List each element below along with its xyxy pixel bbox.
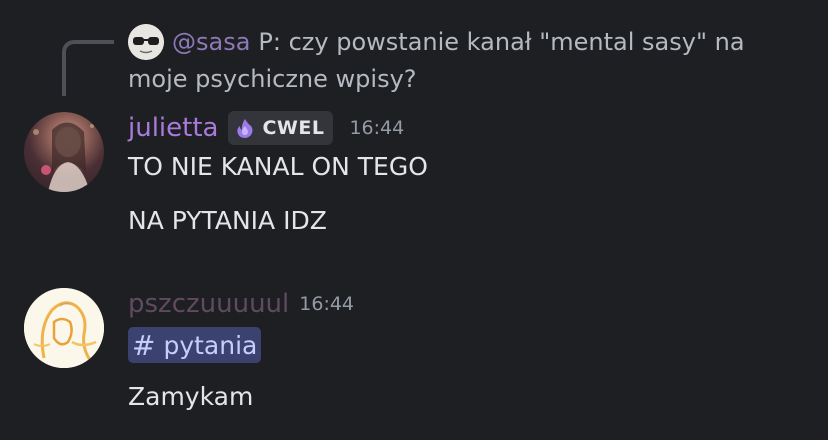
username-pszczuuuuul[interactable]: pszczuuuuul: [128, 289, 289, 319]
profile-photo-icon: [33, 122, 94, 192]
drawn-figure-avatar-icon: [24, 288, 104, 368]
reply-preview[interactable]: @sasa P: czy powstanie kanał "mental sasy…: [0, 0, 828, 110]
channel-mention-label: pytania: [163, 330, 258, 360]
flame-icon: [237, 119, 253, 138]
message-timestamp[interactable]: 16:44: [299, 293, 354, 315]
channel-mention-pytania[interactable]: # pytania: [128, 327, 262, 363]
avatar-julietta[interactable]: [24, 112, 104, 192]
channel-hash-icon: #: [132, 328, 156, 362]
message-text: Zamykam: [128, 382, 254, 411]
username-julietta[interactable]: julietta: [128, 113, 218, 143]
reply-content: @sasa P: czy powstanie kanał "mental sasy…: [128, 24, 808, 98]
avatar-pszczuuuuul[interactable]: [24, 288, 104, 368]
message-text: NA PYTANIA IDZ: [128, 206, 327, 235]
message-header-julietta: julietta CWEL 16:44: [128, 108, 404, 148]
message-timestamp[interactable]: 16:44: [349, 117, 404, 139]
reply-connector: [62, 40, 114, 96]
role-badge[interactable]: CWEL: [228, 111, 334, 145]
role-badge-label: CWEL: [262, 117, 325, 139]
reply-author[interactable]: @sasa: [172, 28, 250, 56]
chat-view: @sasa P: czy powstanie kanał "mental sasy…: [0, 0, 828, 440]
message-header-pszczuuuuul: pszczuuuuul 16:44: [128, 284, 354, 324]
message-text: TO NIE KANAL ON TEGO: [128, 152, 428, 181]
